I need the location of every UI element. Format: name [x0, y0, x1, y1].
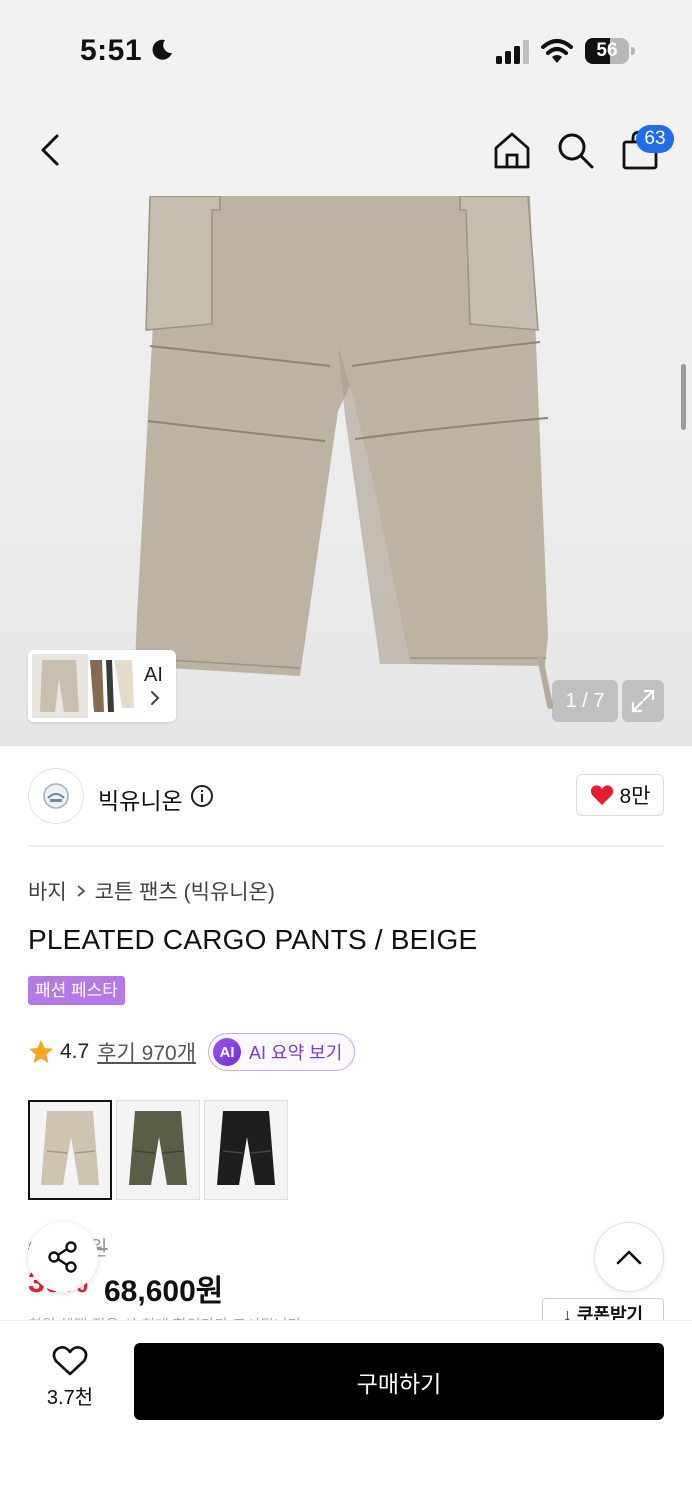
- moon-icon: [152, 39, 172, 60]
- ai-similar-items-strip[interactable]: AI: [28, 650, 176, 722]
- back-icon: [41, 134, 59, 166]
- share-button[interactable]: [28, 1222, 98, 1292]
- ai-badge-icon: AI: [213, 1038, 242, 1066]
- wishlist-count: 3.7천: [46, 1387, 94, 1409]
- fullscreen-button[interactable]: [622, 680, 664, 722]
- buy-button[interactable]: 구매하기: [134, 1343, 664, 1420]
- share-icon: [48, 1241, 77, 1273]
- brand-like-button[interactable]: 8만: [576, 774, 664, 816]
- back-button[interactable]: [26, 126, 74, 174]
- battery-icon: 56: [585, 38, 635, 64]
- search-icon: [558, 133, 594, 169]
- color-option-black[interactable]: [204, 1100, 288, 1200]
- breadcrumb: 바지 코튼 팬츠 (빅유니온): [28, 876, 275, 906]
- scroll-to-top-button[interactable]: [594, 1222, 664, 1292]
- similar-item-thumbnails: [32, 654, 134, 718]
- brand-like-count: 8만: [619, 785, 651, 808]
- status-bar: 5:51 56: [0, 0, 692, 100]
- breadcrumb-category[interactable]: 바지: [28, 876, 67, 906]
- image-counter: 1 / 7: [552, 680, 618, 722]
- color-options: [28, 1100, 288, 1200]
- product-image-gallery[interactable]: AI 1 / 7: [0, 196, 692, 746]
- rating-row: 4.7 후기 970개 AI AI 요약 보기: [28, 1032, 356, 1072]
- page-scrollbar[interactable]: [681, 364, 686, 430]
- info-icon[interactable]: [190, 784, 214, 808]
- star-icon: [29, 1040, 53, 1063]
- brand-logo-icon: [43, 783, 69, 809]
- bottom-action-bar: 3.7천 구매하기: [0, 1320, 692, 1500]
- battery-level: 56: [596, 40, 618, 61]
- brand-row: 빅유니온 8만: [28, 768, 664, 824]
- rating-score: 4.7: [60, 1040, 90, 1063]
- color-option-khaki[interactable]: [116, 1100, 200, 1200]
- ai-summary-label: AI 요약 보기: [249, 1043, 343, 1063]
- beige-pants-thumbnail: [41, 1111, 99, 1185]
- status-time: 5:51: [80, 34, 143, 67]
- black-pants-thumbnail: [217, 1111, 275, 1185]
- review-count-link[interactable]: 후기 970개: [97, 1037, 196, 1067]
- signal-icon: [496, 40, 529, 64]
- expand-icon: [631, 689, 655, 713]
- wifi-icon: [541, 39, 573, 63]
- chevron-up-icon: [616, 1250, 642, 1265]
- color-option-beige[interactable]: [28, 1100, 112, 1200]
- top-navigation: [0, 100, 692, 196]
- khaki-pants-thumbnail: [129, 1111, 187, 1185]
- sale-price: 68,600원: [104, 1275, 224, 1308]
- promo-tag: 패션 페스타: [28, 976, 125, 1005]
- breadcrumb-subcategory[interactable]: 코튼 팬츠 (빅유니온): [95, 876, 275, 906]
- chevron-right-icon: [151, 691, 160, 705]
- chevron-right-icon: [77, 885, 86, 897]
- home-button[interactable]: [488, 126, 536, 174]
- home-icon: [494, 132, 530, 169]
- wishlist-button[interactable]: 3.7천: [28, 1345, 112, 1425]
- product-title: PLEATED CARGO PANTS / BEIGE: [28, 924, 478, 955]
- heart-outline-icon: [52, 1346, 88, 1376]
- ai-label: AI: [144, 664, 163, 686]
- search-button[interactable]: [551, 126, 599, 174]
- cart-count-badge: 63: [636, 125, 674, 153]
- brand-name[interactable]: 빅유니온: [98, 782, 183, 816]
- ai-summary-button[interactable]: AI AI 요약 보기: [208, 1033, 356, 1071]
- brand-logo[interactable]: [28, 768, 84, 824]
- divider: [28, 845, 664, 847]
- heart-filled-icon: [590, 785, 613, 805]
